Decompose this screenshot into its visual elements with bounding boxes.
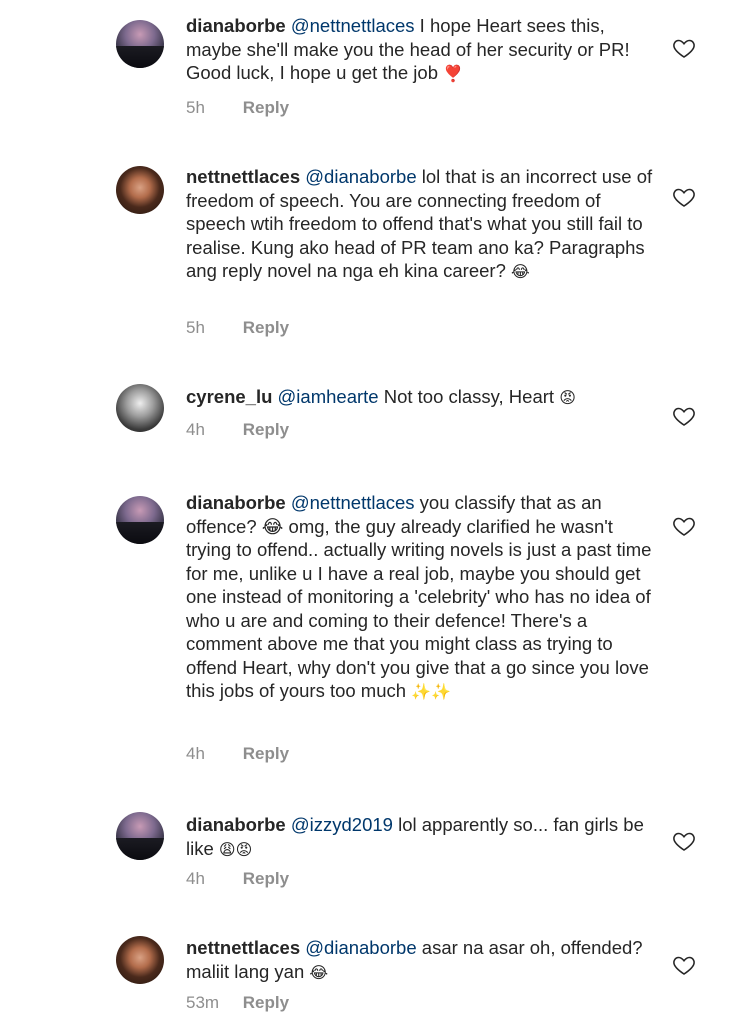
comment-body: dianaborbe @izzyd2019 lol apparently so.… <box>186 813 656 862</box>
reply-button[interactable]: Reply <box>243 744 289 763</box>
heart-outline-icon[interactable] <box>672 829 696 853</box>
comment-time: 4h <box>186 744 205 763</box>
comment-meta: 4h Reply <box>186 869 289 889</box>
comment-username[interactable]: cyrene_lu <box>186 386 272 407</box>
comment-emoji: 😡 <box>559 390 576 407</box>
reply-button[interactable]: Reply <box>243 318 289 337</box>
comment-time: 4h <box>186 869 205 888</box>
avatar[interactable] <box>116 496 164 544</box>
comment-mention[interactable]: @iamhearte <box>278 386 379 407</box>
comment-meta: 4h Reply <box>186 744 289 764</box>
comment-emoji: 😩😡 <box>218 841 253 859</box>
comment-emoji: 😂 <box>309 964 329 982</box>
avatar[interactable] <box>116 20 164 68</box>
reply-button[interactable]: Reply <box>243 993 289 1012</box>
avatar[interactable] <box>116 936 164 984</box>
comment-time: 5h <box>186 98 205 117</box>
comment-body: dianaborbe @nettnettlaces I hope Heart s… <box>186 14 656 87</box>
heart-outline-icon[interactable] <box>672 404 696 428</box>
comment-mention[interactable]: @nettnettlaces <box>291 15 415 36</box>
heart-outline-icon[interactable] <box>672 36 696 60</box>
avatar[interactable] <box>116 166 164 214</box>
comment-time: 53m <box>186 993 220 1012</box>
comment-mention[interactable]: @izzyd2019 <box>291 814 393 835</box>
comment-username[interactable]: nettnettlaces <box>186 937 300 958</box>
avatar[interactable] <box>116 812 164 860</box>
comment-text: you classify that as an offence? 😂 omg, … <box>186 492 652 701</box>
comment-meta: 4h Reply <box>186 420 289 440</box>
comment-body: nettnettlaces @dianaborbe lol that is an… <box>186 165 656 285</box>
comment-mention[interactable]: @dianaborbe <box>305 937 416 958</box>
comment-meta: 5h Reply <box>186 98 289 118</box>
comment-body: cyrene_lu @iamhearte Not too classy, Hea… <box>186 385 656 411</box>
comment-emoji: ❣️ <box>443 66 464 83</box>
comment-username[interactable]: dianaborbe <box>186 492 286 513</box>
reply-button[interactable]: Reply <box>243 420 289 439</box>
comment-time: 4h <box>186 420 205 439</box>
reply-button[interactable]: Reply <box>243 869 289 888</box>
comment-username[interactable]: dianaborbe <box>186 15 286 36</box>
comment-emoji: ✨✨ <box>411 684 452 701</box>
comment-meta: 5h Reply <box>186 318 289 338</box>
comment-mention[interactable]: @nettnettlaces <box>291 492 415 513</box>
avatar[interactable] <box>116 384 164 432</box>
heart-outline-icon[interactable] <box>672 185 696 209</box>
comment-username[interactable]: dianaborbe <box>186 814 286 835</box>
comment-text: Not too classy, Heart <box>378 386 555 407</box>
comment-time: 5h <box>186 318 205 337</box>
comment-mention[interactable]: @dianaborbe <box>305 166 416 187</box>
heart-outline-icon[interactable] <box>672 514 696 538</box>
comment-body: nettnettlaces @dianaborbe asar na asar o… <box>186 936 656 985</box>
reply-button[interactable]: Reply <box>243 98 289 117</box>
comment-body: dianaborbe @nettnettlaces you classify t… <box>186 491 656 705</box>
comment-username[interactable]: nettnettlaces <box>186 166 300 187</box>
comment-emoji: 😂 <box>511 264 530 281</box>
heart-outline-icon[interactable] <box>672 953 696 977</box>
comment-meta: 53m Reply <box>186 993 289 1013</box>
